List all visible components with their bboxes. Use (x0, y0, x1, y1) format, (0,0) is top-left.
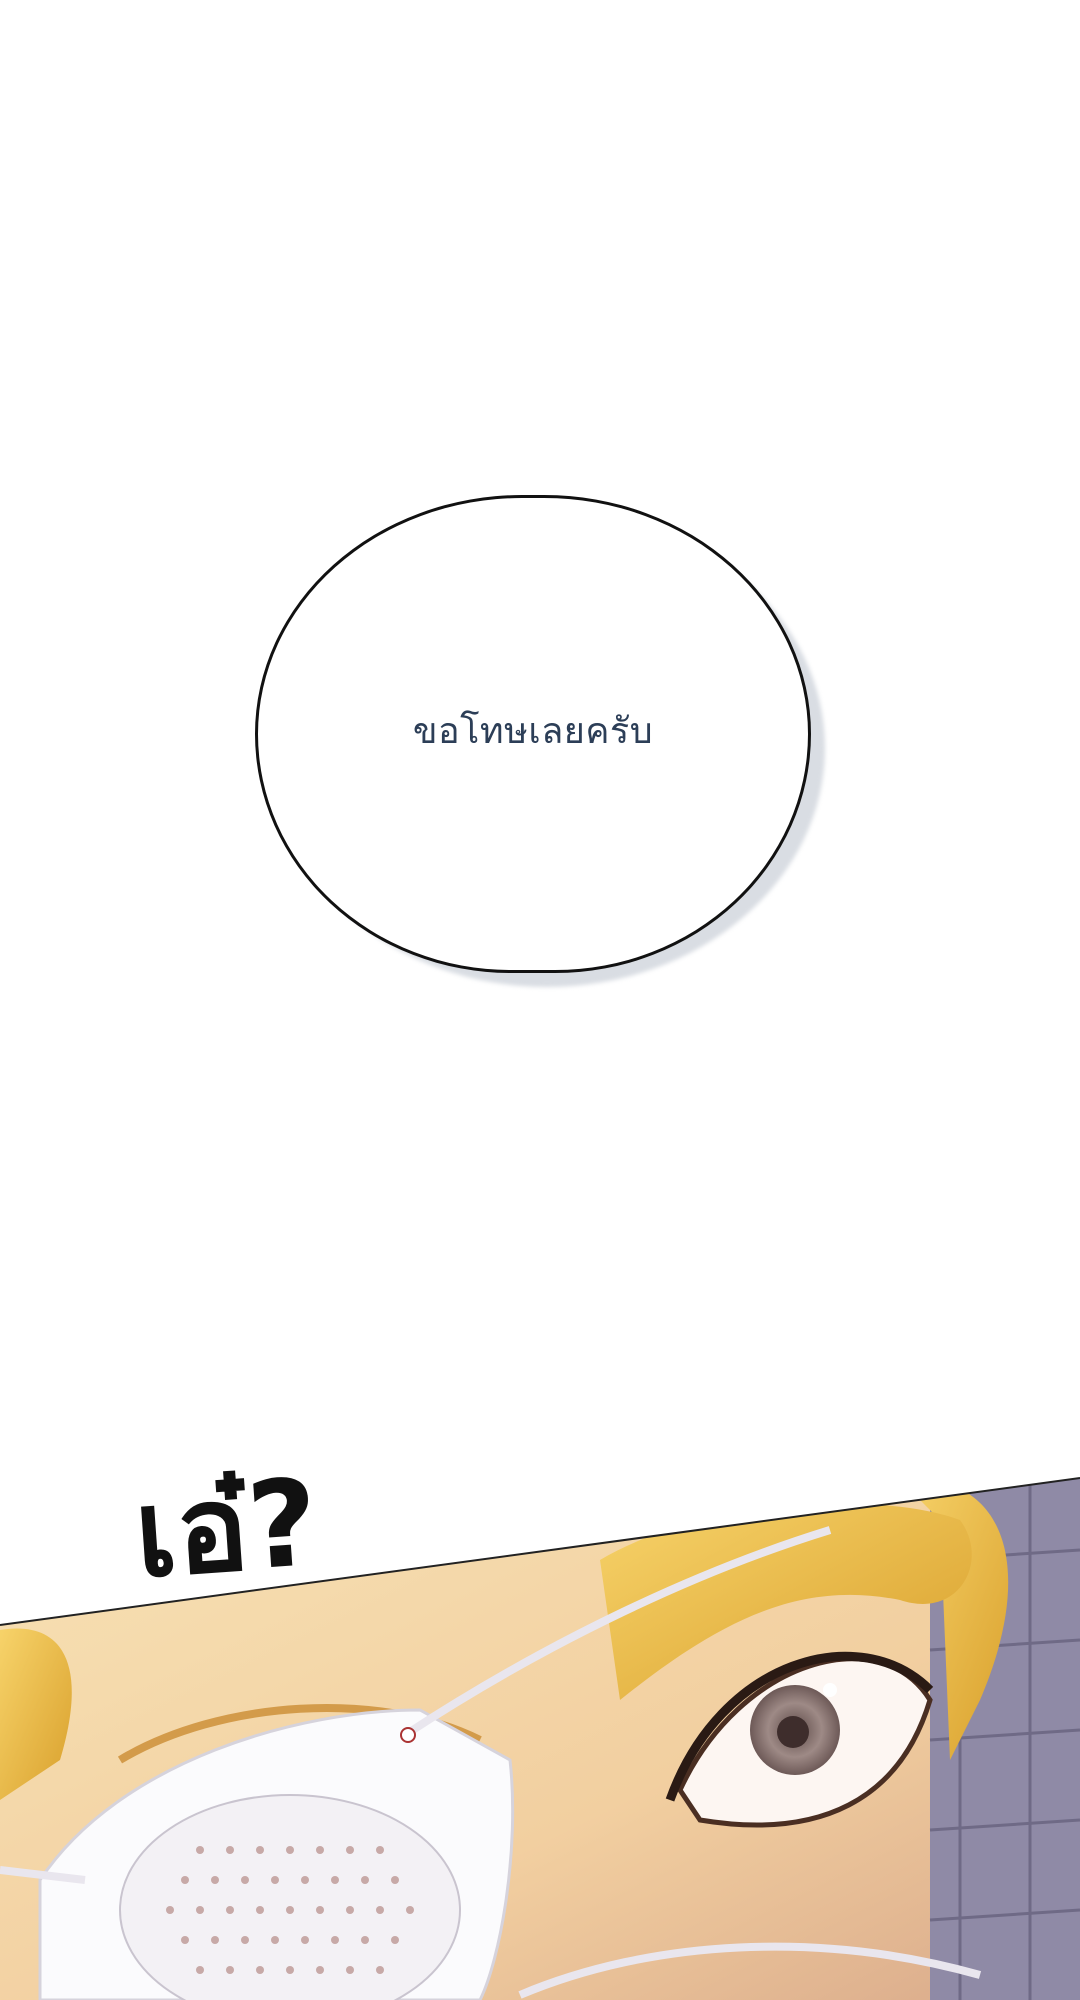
comic-panel-illustration (0, 1477, 1080, 2000)
webtoon-page: ขอโทษเลยครับ เอ๋? (0, 0, 1080, 2000)
sound-effect-text: เอ๋? (130, 1453, 323, 1606)
eye-pupil (777, 1716, 809, 1748)
eye-highlight (823, 1683, 837, 1697)
mask-strap-rivet (400, 1727, 416, 1743)
